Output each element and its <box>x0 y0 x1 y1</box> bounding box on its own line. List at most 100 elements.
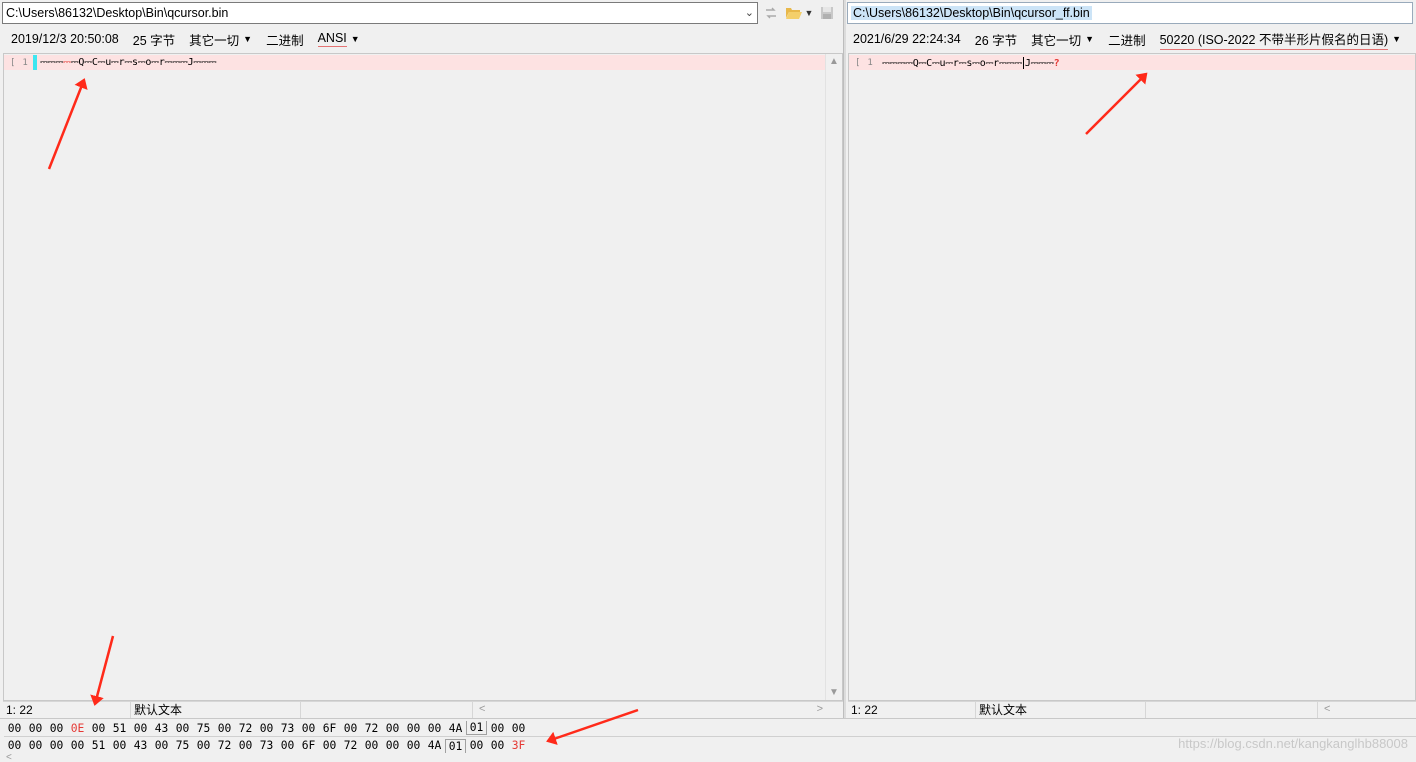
hex-byte[interactable]: 01 <box>445 738 466 753</box>
folder-open-icon[interactable] <box>784 3 804 23</box>
hex-byte[interactable]: 00 <box>340 722 361 735</box>
right-status-position: 1: 22 <box>848 701 976 718</box>
caret-down-icon: ▼ <box>243 34 253 44</box>
hex-byte[interactable]: 00 <box>4 722 25 735</box>
left-status-bar: 1: 22 默认文本 < > <box>3 701 843 718</box>
right-filter-select[interactable]: 其它一切 ▼ <box>1024 30 1101 49</box>
cursor-marker <box>33 55 37 70</box>
save-icon[interactable] <box>817 3 837 23</box>
left-path-row: C:\Users\86132\Desktop\Bin\qcursor.bin ⌄… <box>2 2 837 24</box>
scroll-up-icon[interactable]: ▲ <box>829 56 839 67</box>
right-status-bar: 1: 22 默认文本 < <box>848 701 1416 718</box>
left-diff-line[interactable]: [ 1 ⎓⎓⎓⎓⎓Q⎓C⎓u⎓r⎓s⎓o⎓r⎓⎓⎓J⎓⎓⎓ <box>4 55 825 70</box>
right-filter-label: 其它一切 <box>1031 33 1082 48</box>
left-path-combo[interactable]: C:\Users\86132\Desktop\Bin\qcursor.bin ⌄ <box>2 2 758 24</box>
hex-byte[interactable]: 51 <box>88 739 109 752</box>
hex-byte[interactable]: 00 <box>466 739 487 752</box>
hex-byte[interactable]: 43 <box>130 739 151 752</box>
right-encoding-select[interactable]: 50220 (ISO-2022 不带半形片假名的日语) ▼ <box>1153 29 1408 50</box>
left-info-row: 2019/12/3 20:50:08 25 字节 其它一切 ▼ 二进制 ANSI… <box>0 29 843 49</box>
chevron-down-icon[interactable]: ▼ <box>804 3 814 23</box>
hex-byte[interactable]: 00 <box>403 722 424 735</box>
left-status-position: 1: 22 <box>3 701 131 718</box>
right-size: 26 字节 <box>974 33 1018 48</box>
hex-byte[interactable]: 00 <box>172 722 193 735</box>
hex-byte[interactable]: 72 <box>340 739 361 752</box>
hex-byte[interactable]: 00 <box>151 739 172 752</box>
hex-byte[interactable]: 00 <box>25 722 46 735</box>
hex-byte[interactable]: 00 <box>214 722 235 735</box>
swap-icon[interactable] <box>761 3 781 23</box>
line-number: 1 <box>22 57 28 68</box>
right-path-combo[interactable]: C:\Users\86132\Desktop\Bin\qcursor_ff.bi… <box>847 2 1413 24</box>
hex-byte[interactable]: 75 <box>193 722 214 735</box>
hex-byte[interactable]: 00 <box>298 722 319 735</box>
scroll-left-icon[interactable]: < <box>479 703 485 715</box>
right-path-text: C:\Users\86132\Desktop\Bin\qcursor_ff.bi… <box>851 6 1092 20</box>
right-encoding-label: 50220 (ISO-2022 不带半形片假名的日语) <box>1159 29 1389 50</box>
hex-byte[interactable]: 0E <box>67 722 88 735</box>
bracket-icon: [ <box>855 57 861 68</box>
right-date: 2021/6/29 22:24:34 <box>853 32 961 46</box>
right-pane: C:\Users\86132\Desktop\Bin\qcursor_ff.bi… <box>846 0 1416 718</box>
hex-byte[interactable]: 00 <box>424 722 445 735</box>
right-gutter: [ 1 <box>849 55 882 70</box>
left-pane: C:\Users\86132\Desktop\Bin\qcursor.bin ⌄… <box>0 0 843 718</box>
hex-byte[interactable]: 00 <box>403 739 424 752</box>
hex-byte[interactable]: 00 <box>88 722 109 735</box>
left-filter-select[interactable]: 其它一切 ▼ <box>182 30 259 49</box>
hex-byte[interactable]: 43 <box>151 722 172 735</box>
hex-byte[interactable]: 00 <box>382 722 403 735</box>
hex-byte[interactable]: 75 <box>172 739 193 752</box>
hex-byte[interactable]: 01 <box>466 721 487 735</box>
left-horizontal-scrollbar[interactable]: < > <box>473 702 843 718</box>
hex-row-left[interactable]: 00 00 00 0E 00 51 00 43 00 75 00 72 00 73 00 6F 00 72 00 00… <box>4 720 1416 737</box>
right-editor[interactable]: [ 1 ⎓⎓⎓⎓Q⎓C⎓u⎓r⎓s⎓o⎓r⎓⎓⎓ J⎓⎓⎓? <box>848 53 1416 701</box>
hex-byte[interactable]: 00 <box>109 739 130 752</box>
hex-byte[interactable]: 51 <box>109 722 130 735</box>
hex-byte[interactable]: 00 <box>256 722 277 735</box>
right-horizontal-scrollbar[interactable]: < <box>1318 702 1416 718</box>
hex-byte[interactable]: 00 <box>508 722 529 735</box>
hex-byte[interactable]: 00 <box>193 739 214 752</box>
left-editor[interactable]: [ 1 ⎓⎓⎓⎓⎓Q⎓C⎓u⎓r⎓s⎓o⎓r⎓⎓⎓J⎓⎓⎓ ▲ ▼ <box>3 53 843 701</box>
hex-byte[interactable]: 4A <box>445 722 466 735</box>
hex-byte[interactable]: 00 <box>46 722 67 735</box>
right-mode[interactable]: 二进制 <box>1101 30 1153 49</box>
hex-byte[interactable]: 00 <box>277 739 298 752</box>
hex-byte[interactable]: 00 <box>487 739 508 752</box>
hex-byte[interactable]: 00 <box>361 739 382 752</box>
hex-byte[interactable]: 00 <box>130 722 151 735</box>
hex-byte[interactable]: 73 <box>277 722 298 735</box>
left-path-text: C:\Users\86132\Desktop\Bin\qcursor.bin <box>6 6 229 20</box>
hex-byte[interactable]: 6F <box>298 739 319 752</box>
left-encoding-select[interactable]: ANSI ▼ <box>311 31 367 47</box>
hex-byte[interactable]: 3F <box>508 739 529 752</box>
right-diff-line[interactable]: [ 1 ⎓⎓⎓⎓Q⎓C⎓u⎓r⎓s⎓o⎓r⎓⎓⎓ J⎓⎓⎓? <box>849 55 1415 70</box>
hex-byte[interactable]: 00 <box>235 739 256 752</box>
hex-byte[interactable]: 4A <box>424 739 445 752</box>
hex-byte[interactable]: 00 <box>67 739 88 752</box>
scroll-left-icon[interactable]: < <box>1324 703 1330 715</box>
hex-byte[interactable]: 73 <box>256 739 277 752</box>
hex-byte[interactable]: 00 <box>46 739 67 752</box>
right-path-row: C:\Users\86132\Desktop\Bin\qcursor_ff.bi… <box>847 2 1413 24</box>
hex-byte[interactable]: 00 <box>4 739 25 752</box>
left-date: 2019/12/3 20:50:08 <box>11 32 119 46</box>
scroll-down-icon[interactable]: ▼ <box>829 687 839 698</box>
left-status-type: 默认文本 <box>131 701 301 718</box>
hex-byte[interactable]: 72 <box>214 739 235 752</box>
caret-down-icon: ▼ <box>1085 34 1095 44</box>
chevron-down-icon[interactable]: ⌄ <box>745 6 754 19</box>
hex-byte[interactable]: 00 <box>25 739 46 752</box>
left-vertical-scrollbar[interactable]: ▲ ▼ <box>825 54 842 700</box>
hex-byte[interactable]: 72 <box>361 722 382 735</box>
hex-byte[interactable]: 6F <box>319 722 340 735</box>
hex-byte[interactable]: 00 <box>487 722 508 735</box>
hex-byte[interactable]: 00 <box>382 739 403 752</box>
hex-byte[interactable]: 00 <box>319 739 340 752</box>
scroll-left-icon[interactable]: < <box>6 752 12 762</box>
scroll-right-icon[interactable]: > <box>817 703 823 715</box>
left-mode[interactable]: 二进制 <box>259 30 311 49</box>
hex-byte[interactable]: 72 <box>235 722 256 735</box>
